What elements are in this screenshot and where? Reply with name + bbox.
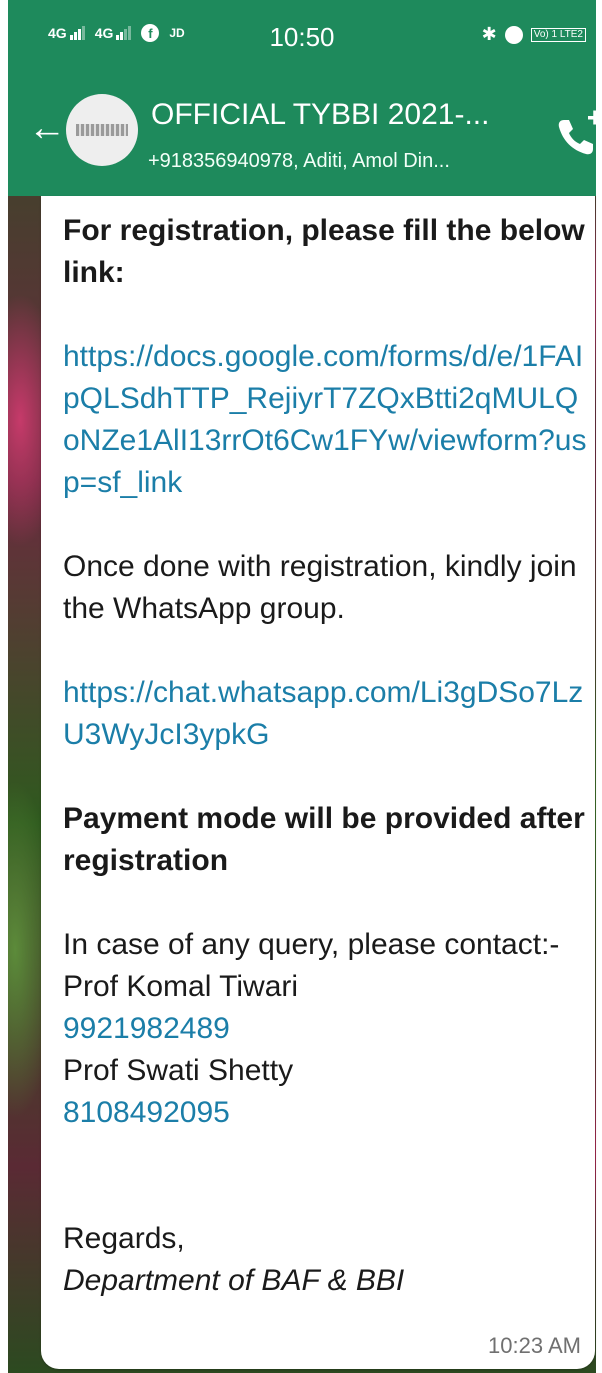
message-timestamp: 10:23 AM: [488, 1333, 581, 1358]
join-group-text: Once done with registration, kindly join…: [63, 550, 577, 625]
screen-edge-left: [0, 0, 8, 1373]
contact-2-name: Prof Swati Shetty: [63, 1054, 294, 1087]
status-right: ✱ Vo) 1 LTE2: [482, 24, 586, 45]
chat-header: ← OFFICIAL TYBBI 2021-... +918356940978,…: [8, 78, 596, 196]
regards-text: Regards,: [63, 1222, 185, 1255]
group-title[interactable]: OFFICIAL TYBBI 2021-...: [151, 98, 489, 132]
bluetooth-icon: ✱: [481, 24, 497, 44]
group-members[interactable]: +918356940978, Aditi, Amol Din...: [148, 150, 450, 173]
screen-edge-right: [596, 0, 602, 1373]
payment-note: Payment mode will be provided after regi…: [63, 802, 585, 877]
google-form-link[interactable]: https://docs.google.com/forms/d/e/1FAIpQ…: [63, 336, 588, 504]
registration-heading: For registration, please fill the below …: [63, 214, 585, 289]
contact-1-phone[interactable]: 9921982489: [63, 1008, 588, 1050]
back-arrow-icon[interactable]: ←: [28, 108, 66, 148]
add-call-icon: [558, 110, 596, 155]
group-avatar[interactable]: [66, 94, 138, 166]
message-bubble[interactable]: For registration, please fill the below …: [41, 196, 595, 1369]
alarm-icon: [504, 25, 523, 44]
whatsapp-group-link[interactable]: https://chat.whatsapp.com/Li3gDSo7LzU3Wy…: [63, 672, 588, 756]
volte-indicator: Vo) 1 LTE2: [530, 27, 586, 42]
contact-intro: In case of any query, please contact:-: [63, 928, 560, 961]
signature-text: Department of BAF & BBI: [63, 1264, 405, 1297]
contact-2-phone[interactable]: 8108492095: [63, 1092, 588, 1134]
status-bar: 4G 4G f JD 10:50 ✱ Vo) 1 LTE2: [8, 0, 596, 78]
message-text: For registration, please fill the below …: [63, 210, 588, 1302]
add-call-button[interactable]: [550, 106, 596, 162]
contact-1-name: Prof Komal Tiwari: [63, 970, 299, 1003]
avatar-image: [76, 124, 128, 136]
